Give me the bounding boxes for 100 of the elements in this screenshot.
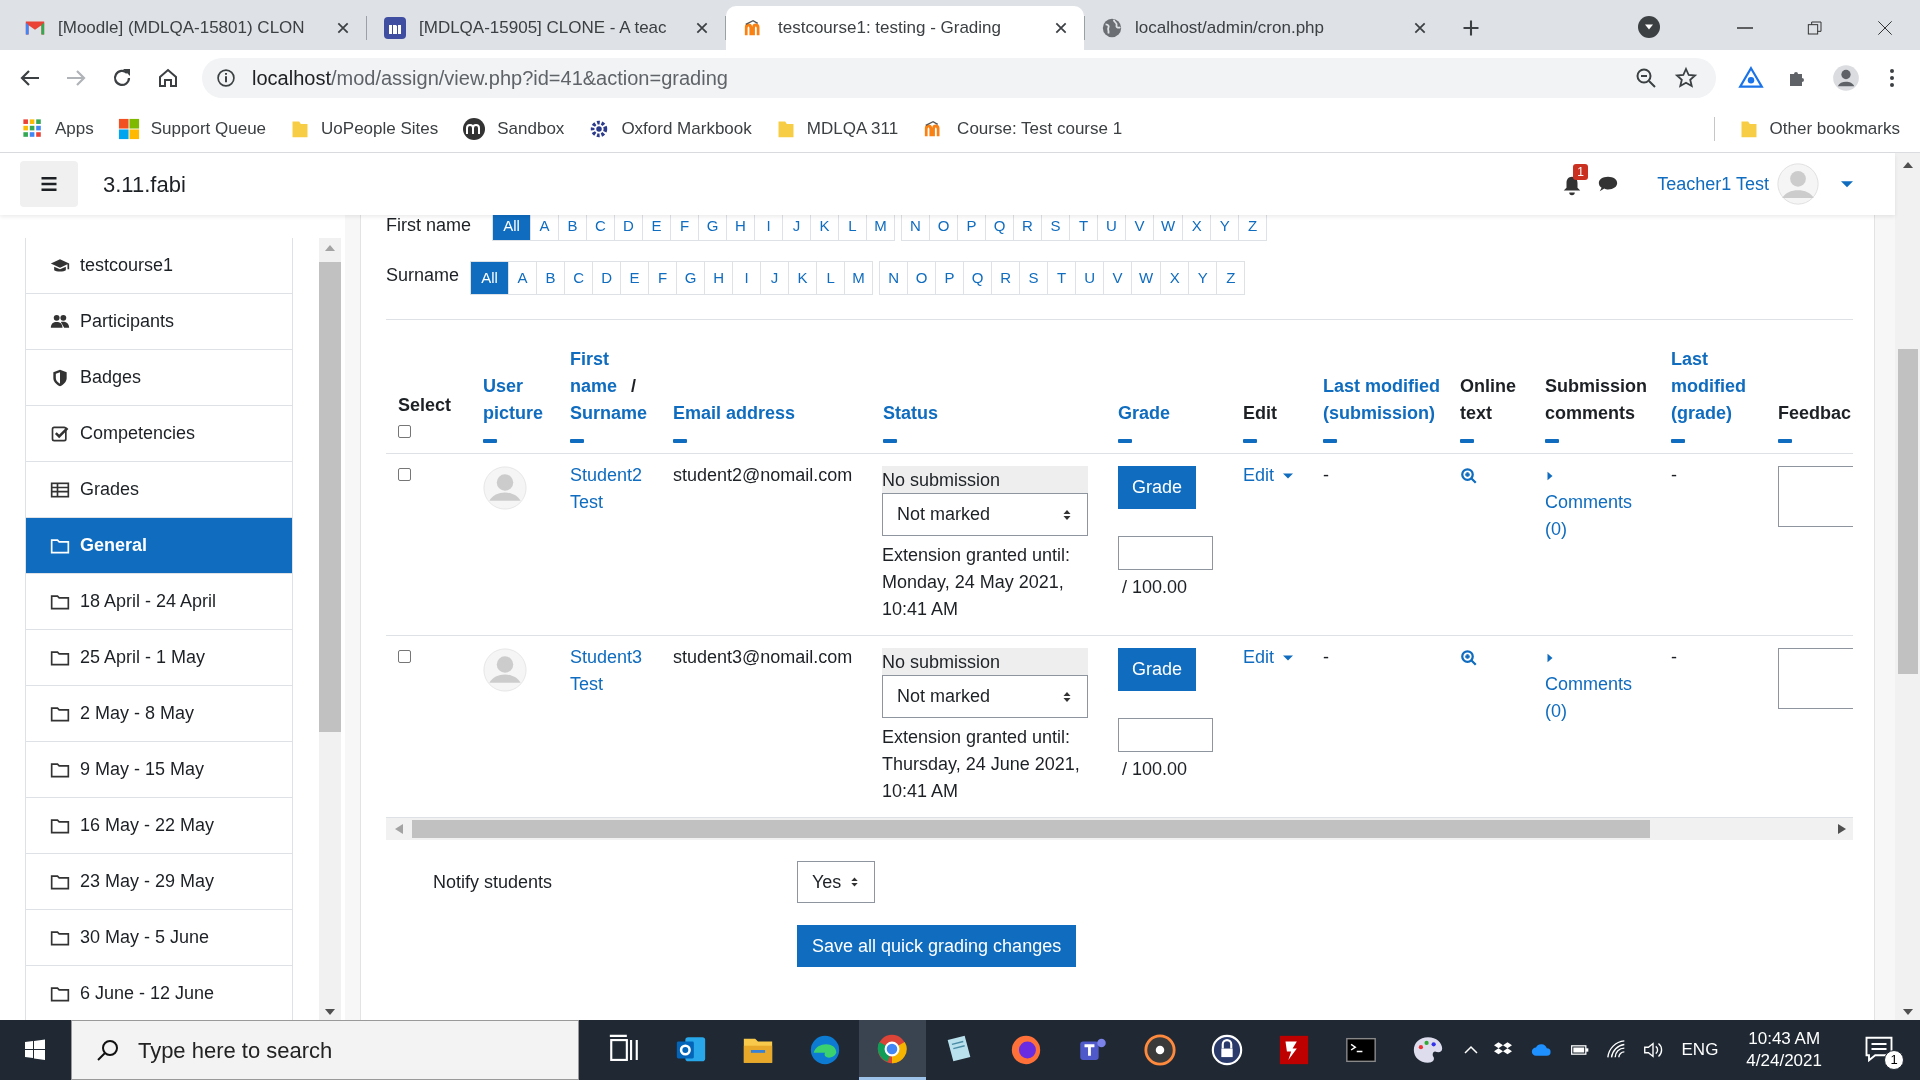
sidebar-item[interactable]: 30 May - 5 June: [25, 909, 293, 966]
browser-tab[interactable]: localhost/admin/cron.php: [1085, 6, 1443, 50]
page-scrollbar[interactable]: [1895, 153, 1920, 1020]
save-button[interactable]: Save all quick grading changes: [797, 925, 1077, 967]
action-center-button[interactable]: 1: [1860, 1030, 1908, 1070]
sidebar-item[interactable]: 16 May - 22 May: [25, 797, 293, 854]
scroll-arrow-icon[interactable]: [325, 1008, 335, 1016]
sidebar-item[interactable]: testcourse1: [25, 238, 293, 294]
user-menu[interactable]: Teacher1 Test: [1657, 163, 1855, 205]
letter-filter[interactable]: W: [1131, 261, 1162, 295]
grade-button[interactable]: Grade: [1118, 648, 1197, 691]
sidebar-item[interactable]: 2 May - 8 May: [25, 685, 293, 742]
clock[interactable]: 10:43 AM 4/24/2021: [1746, 1028, 1822, 1072]
sidebar-item[interactable]: 6 June - 12 June: [25, 965, 293, 1020]
scroll-arrow-icon[interactable]: [1902, 161, 1913, 169]
letter-filter[interactable]: U: [1075, 261, 1105, 295]
letter-filter[interactable]: M: [844, 261, 874, 295]
letter-filter[interactable]: F: [648, 261, 678, 295]
browser-tab[interactable]: testcourse1: testing - Grading: [726, 6, 1084, 50]
letter-filter[interactable]: R: [991, 261, 1021, 295]
language-indicator[interactable]: ENG: [1681, 1037, 1719, 1063]
letter-filter[interactable]: All: [492, 215, 531, 241]
bookmark-link[interactable]: Sandbox: [462, 116, 565, 142]
marking-select[interactable]: Not marked: [882, 493, 1088, 536]
student-name-link[interactable]: Student2 Test: [570, 462, 653, 516]
grade-button[interactable]: Grade: [1118, 466, 1197, 509]
letter-filter[interactable]: I: [732, 261, 762, 295]
scroll-arrow-icon[interactable]: [1902, 1008, 1913, 1016]
taskbar-app-button[interactable]: [858, 1020, 926, 1080]
letter-filter[interactable]: L: [816, 261, 846, 295]
letter-filter[interactable]: D: [592, 261, 622, 295]
tab-search-button[interactable]: [1638, 16, 1660, 38]
sort-link[interactable]: Email address: [673, 400, 871, 427]
letter-filter[interactable]: O: [907, 261, 937, 295]
bookmark-link[interactable]: Oxford Markbook: [588, 116, 752, 142]
row-checkbox[interactable]: [398, 468, 411, 481]
sort-link[interactable]: Status: [883, 400, 1106, 427]
letter-filter[interactable]: Q: [963, 261, 993, 295]
sidebar-item[interactable]: 9 May - 15 May: [25, 741, 293, 798]
marking-select[interactable]: Not marked: [882, 675, 1088, 718]
bookmark-link[interactable]: Apps: [22, 116, 94, 142]
letter-filter[interactable]: P: [935, 261, 965, 295]
sidebar-scrollbar[interactable]: [319, 238, 341, 1020]
sidebar-item[interactable]: General: [25, 517, 293, 574]
letter-filter[interactable]: All: [470, 261, 510, 295]
letter-filter[interactable]: X: [1160, 261, 1190, 295]
letter-filter[interactable]: N: [879, 261, 909, 295]
address-bar[interactable]: localhost/mod/assign/view.php?id=41&action=grading: [202, 58, 1716, 98]
sidebar-item[interactable]: Grades: [25, 461, 293, 518]
letter-filter[interactable]: H: [704, 261, 734, 295]
comments-link[interactable]: Comments (0): [1545, 489, 1653, 543]
letter-filter[interactable]: V: [1103, 261, 1133, 295]
sidebar-item[interactable]: Badges: [25, 349, 293, 406]
bookmark-link[interactable]: MDLQA 311: [775, 116, 899, 142]
sidebar-item[interactable]: Competencies: [25, 405, 293, 462]
notify-select[interactable]: Yes: [797, 861, 876, 903]
bookmark-link[interactable]: UoPeople Sites: [290, 116, 439, 142]
student-name-link[interactable]: Student3 Test: [570, 644, 653, 698]
bookmark-link[interactable]: Course: Test course 1: [922, 116, 1123, 142]
letter-filter[interactable]: N: [901, 215, 930, 241]
browser-tab[interactable]: [MDLQA-15905] CLONE - A teac: [367, 6, 725, 50]
comments-link[interactable]: Comments (0): [1545, 671, 1653, 725]
select-all-checkbox[interactable]: [398, 425, 411, 438]
sort-link[interactable]: Grade: [1118, 400, 1231, 427]
column-header: Online text: [1460, 375, 1517, 425]
bookmark-link[interactable]: Other bookmarks: [1738, 116, 1900, 142]
sort-link[interactable]: First name: [570, 346, 626, 400]
grade-input[interactable]: [1118, 718, 1213, 752]
sidebar-item[interactable]: Participants: [25, 293, 293, 350]
letter-filter[interactable]: Y: [1188, 261, 1218, 295]
letter-filter[interactable]: Z: [1238, 215, 1268, 241]
letter-filter[interactable]: T: [1047, 261, 1077, 295]
letter-filter[interactable]: K: [788, 261, 818, 295]
menu-button[interactable]: [20, 161, 78, 207]
letter-filter[interactable]: J: [760, 261, 790, 295]
sort-link[interactable]: Last modified (grade): [1671, 346, 1766, 427]
bookmark-link[interactable]: Support Queue: [117, 116, 267, 142]
letter-filter[interactable]: G: [676, 261, 706, 295]
browser-tab[interactable]: [Moodle] (MDLQA-15801) CLON: [8, 6, 366, 50]
taskbar-search-field[interactable]: Type here to search: [70, 1020, 579, 1080]
letter-filter[interactable]: A: [508, 261, 538, 295]
letter-filter[interactable]: E: [620, 261, 650, 295]
letter-filter[interactable]: C: [564, 261, 594, 295]
horizontal-scrollbar[interactable]: [386, 818, 1853, 840]
sort-link[interactable]: Surname: [570, 400, 661, 427]
row-checkbox[interactable]: [398, 650, 411, 663]
letter-filter[interactable]: Z: [1216, 261, 1246, 295]
sidebar-item[interactable]: 25 April - 1 May: [25, 629, 293, 686]
edit-menu-link[interactable]: Edit: [1243, 462, 1295, 489]
edit-menu-link[interactable]: Edit: [1243, 644, 1295, 671]
letter-filter[interactable]: M: [866, 215, 895, 241]
letter-filter[interactable]: S: [1019, 261, 1049, 295]
sort-link[interactable]: Last modified (submission): [1323, 373, 1448, 427]
scroll-arrow-icon[interactable]: [1837, 824, 1847, 834]
sidebar-item[interactable]: 23 May - 29 May: [25, 853, 293, 910]
letter-filter[interactable]: B: [536, 261, 566, 295]
site-name[interactable]: 3.11.fabi: [103, 167, 186, 201]
grade-input[interactable]: [1118, 536, 1213, 570]
sidebar-item[interactable]: 18 April - 24 April: [25, 573, 293, 630]
sort-link[interactable]: User picture: [483, 373, 558, 427]
